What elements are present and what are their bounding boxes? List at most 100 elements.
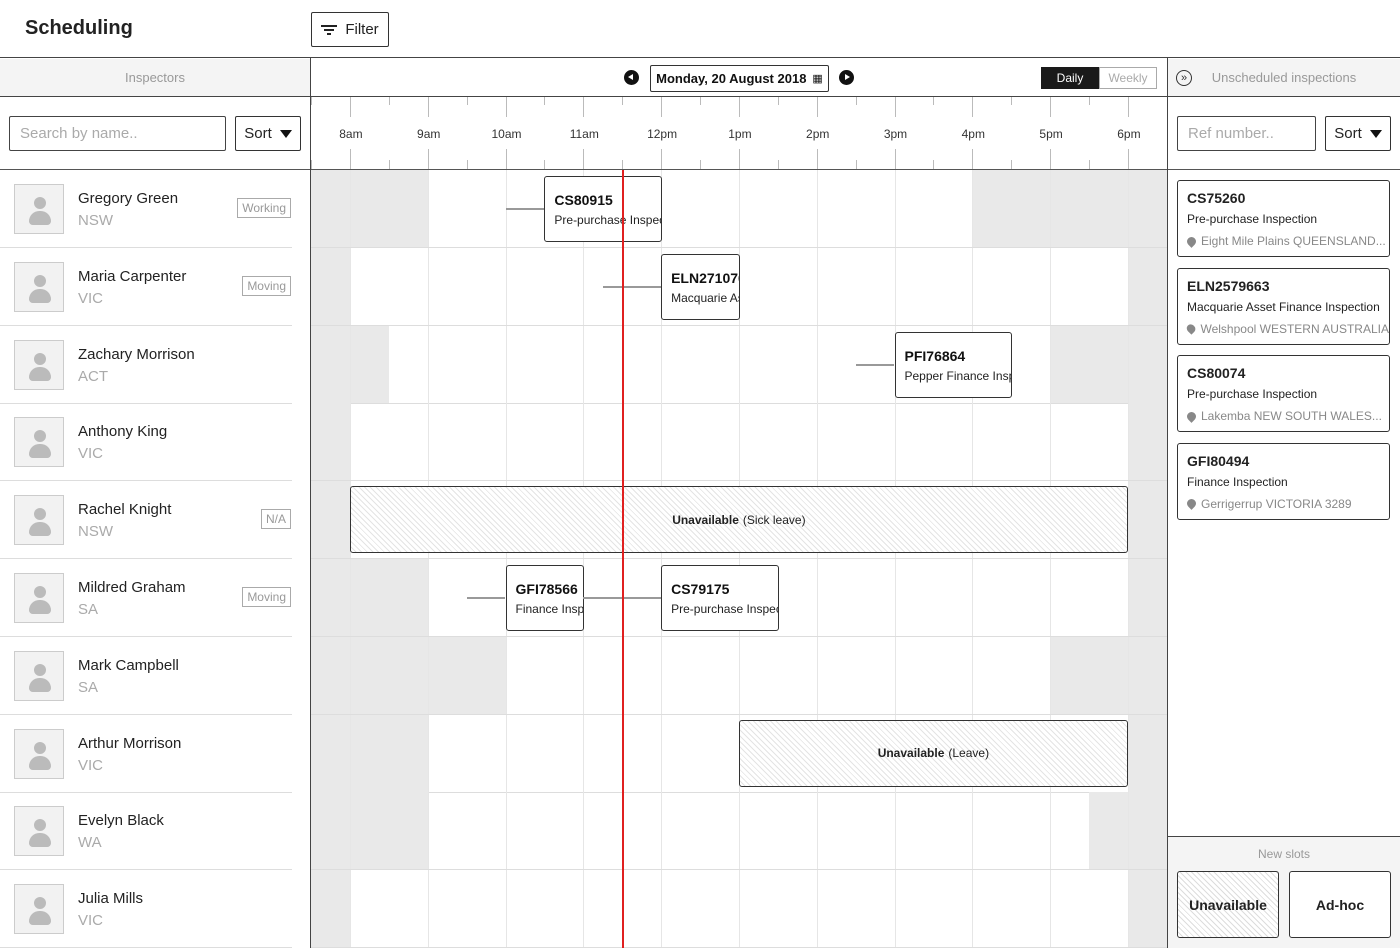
inspectors-sort-button[interactable]: Sort	[235, 116, 301, 151]
off-hours-block	[1127, 870, 1167, 948]
grid-line	[349, 870, 351, 948]
inspector-name: Arthur Morrison	[78, 734, 182, 752]
inspector-state: NSW	[78, 523, 113, 541]
grid-line	[738, 325, 740, 403]
unscheduled-sort-button[interactable]: Sort	[1325, 116, 1391, 151]
off-hours-block	[1127, 403, 1167, 481]
hour-tick	[855, 97, 857, 105]
inspector-row[interactable]: Evelyn Black WA	[0, 792, 292, 871]
grid-line	[427, 403, 429, 481]
hour-tick	[1089, 97, 1090, 105]
hour-tick	[466, 160, 468, 169]
event-ref: CS80915	[554, 192, 613, 208]
hour-tick	[544, 160, 546, 169]
grid-line	[505, 247, 507, 325]
avatar	[14, 261, 64, 312]
avatar	[14, 806, 64, 857]
filter-button[interactable]: Filter	[311, 12, 389, 47]
event-ref: CS79175	[671, 581, 730, 597]
unscheduled-card[interactable]: CS80074 Pre-purchase Inspection Lakemba NE…	[1177, 355, 1390, 432]
adhoc-slot-button[interactable]: Ad-hoc	[1289, 871, 1391, 938]
grid-line	[505, 636, 507, 714]
grid-line	[661, 714, 663, 792]
next-day-icon[interactable]	[839, 70, 854, 85]
inspector-row[interactable]: Mark Campbell SA	[0, 637, 292, 715]
grid-line	[349, 792, 351, 870]
off-hours-block	[311, 559, 428, 636]
off-hours-block	[311, 636, 506, 714]
off-hours-block	[1127, 481, 1167, 559]
avatar-body	[29, 288, 51, 303]
event-type: Macquarie Asset Finance Inspection	[671, 290, 739, 305]
date-picker[interactable]: Monday, 20 August 2018 ▦	[650, 65, 829, 92]
grid-line	[894, 247, 896, 325]
avatar-head	[34, 663, 46, 676]
grid-line	[1127, 247, 1129, 325]
tab-weekly[interactable]: Weekly	[1099, 67, 1157, 89]
card-location: Lakemba NEW SOUTH WALES...	[1185, 409, 1389, 423]
inspector-state: SA	[78, 678, 99, 696]
inspection-event[interactable]: ELN271076 Macquarie Asset Finance Inspect…	[661, 253, 740, 320]
unavailable-slot-button[interactable]: Unavailable	[1177, 871, 1279, 938]
grid-line	[583, 247, 585, 325]
inspector-row[interactable]: Gregory Green NSW Working	[0, 170, 292, 248]
grid-line	[1127, 559, 1129, 636]
grid-line	[427, 870, 429, 948]
grid-line	[349, 325, 351, 403]
status-badge: Moving	[242, 275, 291, 296]
grid-line	[972, 403, 974, 481]
grid-line	[738, 870, 740, 948]
page-title: Scheduling	[25, 17, 133, 39]
unavailable-block[interactable]: Unavailable (Leave)	[738, 719, 1128, 787]
grid-line	[972, 792, 974, 870]
unscheduled-header: » Unscheduled inspections	[1168, 59, 1400, 96]
inspection-event[interactable]: CS79175 Pre-purchase Inspection	[661, 565, 779, 631]
inspector-row[interactable]: Zachary Morrison ACT	[0, 326, 292, 404]
date-navigator: Monday, 20 August 2018 ▦ Daily Weekly	[311, 59, 1167, 96]
grid-line	[738, 792, 740, 870]
collapse-panel-icon[interactable]: »	[1176, 70, 1192, 86]
grid-line	[427, 636, 429, 714]
grid-line	[1050, 559, 1052, 636]
hour-label: 1pm	[728, 127, 752, 141]
unscheduled-card[interactable]: GFI80494 Finance Inspection Gerrigerrup VI…	[1177, 442, 1390, 520]
avatar-head	[34, 197, 46, 209]
unavailable-block[interactable]: Unavailable (Sick leave)	[349, 486, 1128, 554]
inspector-row[interactable]: Maria Carpenter VIC Moving	[0, 248, 292, 326]
card-location: Eight Mile Plains QUEENSLAND...	[1185, 234, 1389, 248]
unscheduled-card[interactable]: CS75260 Pre-purchase Inspection Eight Mile…	[1177, 180, 1390, 257]
grid-line	[1127, 325, 1129, 403]
caret-down-icon	[1369, 129, 1382, 138]
inspection-event[interactable]: GFI78566 Finance Inspection	[505, 565, 585, 631]
avatar	[14, 417, 64, 468]
grid-line	[1050, 170, 1052, 247]
schedule-row: ELN271076 Macquarie Asset Finance Inspect…	[311, 247, 1167, 326]
card-type: Pre-purchase Inspection	[1187, 212, 1318, 226]
grid-line	[738, 403, 740, 481]
inspector-row[interactable]: Mildred Graham SA Moving	[0, 559, 292, 637]
grid-line	[427, 170, 429, 247]
inspection-event[interactable]: CS80915 Pre-purchase Inspection	[544, 176, 663, 242]
grid-line	[427, 559, 429, 636]
avatar	[14, 728, 64, 779]
inspector-row[interactable]: Rachel Knight NSW N/A	[0, 481, 292, 560]
inspection-event[interactable]: PFI76864 Pepper Finance Inspection	[894, 331, 1013, 398]
search-input[interactable]	[9, 116, 226, 151]
inspector-state: ACT	[78, 367, 108, 385]
tab-daily[interactable]: Daily	[1041, 67, 1099, 89]
unscheduled-card[interactable]: ELN2579663 Macquarie Asset Finance Inspec…	[1177, 267, 1390, 345]
grid-line	[427, 792, 429, 870]
inspector-row[interactable]: Anthony King VIC	[0, 403, 292, 482]
inspector-row[interactable]: Julia Mills VIC	[0, 870, 292, 948]
hour-label: 2pm	[806, 127, 830, 141]
inspector-row[interactable]: Arthur Morrison VIC	[0, 715, 292, 793]
inspector-name: Rachel Knight	[78, 501, 172, 519]
grid-line	[972, 170, 974, 247]
off-hours-block	[972, 170, 1167, 247]
prev-day-icon[interactable]	[624, 70, 639, 85]
avatar-body	[29, 444, 51, 459]
grid-line	[1127, 403, 1129, 481]
ref-number-input[interactable]	[1177, 116, 1316, 151]
avatar-body	[29, 677, 51, 692]
hour-label: 8am	[339, 127, 363, 141]
